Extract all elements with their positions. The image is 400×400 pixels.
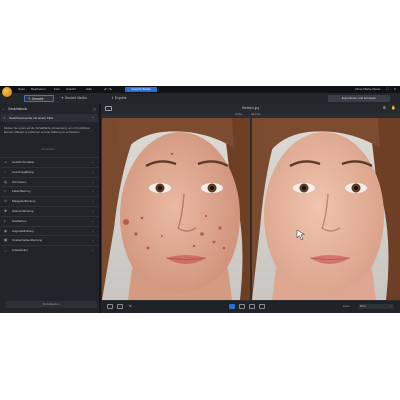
tool-label: Mängelentfernung: [12, 199, 36, 204]
tool-label: Gesichtsglättung: [12, 169, 34, 174]
active-module-tab[interactable]: Gesicht Studio: [125, 87, 157, 92]
rotate-left-icon[interactable]: [239, 304, 245, 309]
viewer-bottombar: ⇆ Zoom: Fitt it ⌄: [101, 301, 400, 313]
active-tool-label: Gesichtsretusche mit einem Klick: [9, 116, 54, 120]
menu-photo[interactable]: Foto: [54, 86, 60, 93]
module-toolbar: ✎ Gesicht ✦ Gesicht Studio ⇪ Exporte Exp…: [0, 93, 400, 104]
chevron-down-icon: ⌄: [91, 248, 94, 253]
export-and-view-button[interactable]: Exportieren und anzeigen: [328, 95, 390, 102]
single-view-icon[interactable]: [107, 304, 113, 309]
tool-item[interactable]: ◉ Augenaufhellung ⌄: [1, 225, 98, 236]
left-panel: ← Gesichtstools ▢ ✧ Gesichtsretusche mit…: [0, 104, 99, 313]
undo-redo-icon[interactable]: ↶ ↷: [104, 86, 112, 93]
hand-icon[interactable]: ✋: [391, 105, 396, 110]
app-window: Datei Bearbeiten Foto Ansicht Hilfe ↶ ↷ …: [0, 86, 400, 313]
tool-item[interactable]: ◐ Hautfarben ⌄: [1, 215, 98, 226]
active-tool-header[interactable]: ✧ Gesichtsretusche mit einem Klick ⌃: [1, 114, 98, 122]
magic-icon: ✧: [3, 116, 6, 120]
photo-viewer: Webfoto.jpg ⊕ ✋ Vorher Nachher ⇆ Zoom: F…: [101, 104, 400, 313]
before-label: Vorher: [235, 113, 243, 116]
after-label: Nachher: [251, 113, 261, 116]
menu-help[interactable]: Hilfe: [86, 86, 92, 93]
zoom-icon[interactable]: ⊕: [383, 105, 386, 110]
tab-face[interactable]: ✎ Gesicht: [24, 95, 54, 102]
panel-title: Gesichtstools: [8, 107, 28, 111]
chevron-down-icon: ⌄: [389, 305, 392, 308]
tool-label: Faltenfilterung: [12, 189, 31, 194]
zoom-select[interactable]: Fitt it ⌄: [358, 304, 394, 309]
menu-file[interactable]: Datei: [18, 86, 25, 93]
tool-item[interactable]: ◍ Schminken ⌄: [1, 176, 98, 187]
menu-view[interactable]: Ansicht: [66, 86, 76, 93]
zoom-value: Fitt it: [360, 305, 366, 308]
tool-item[interactable]: ◡ Lidausfreifer ⌄: [1, 245, 98, 255]
tool-label: Augenaufhellung: [12, 228, 34, 233]
rotate-right-icon[interactable]: [249, 304, 255, 309]
tool-label: Glanzentfernung: [12, 208, 34, 213]
tool-item[interactable]: ▦ Unebenheitsentfernung ⌄: [1, 235, 98, 245]
chevron-up-icon: ⌃: [91, 116, 94, 120]
before-photo: [102, 118, 250, 300]
split-view-icon[interactable]: [117, 304, 123, 309]
tool-description: Klicken Sie unten auf die Schaltfläche […: [4, 126, 90, 134]
tool-label: Gesicht Kontakte: [12, 160, 35, 164]
tool-item[interactable]: ⊙ Mängelentfernung ⌄: [1, 196, 98, 206]
tools-list: ☺ Gesicht Kontakte ⌄ ◌ Gesichtsglättung ⌄ ◍ S…: [1, 157, 98, 255]
tab-face-studio-label: Gesicht Studio: [64, 96, 87, 100]
tool-item[interactable]: ≈ Faltenfilterung ⌄: [1, 186, 98, 196]
tab-export-label: Exporte: [114, 96, 127, 100]
tool-item[interactable]: ☺ Gesicht Kontakte ⌄: [1, 157, 98, 167]
zoom-label: Zoom:: [343, 305, 351, 308]
menu-edit[interactable]: Bearbeiten: [31, 86, 46, 93]
app-logo-icon: [2, 87, 12, 97]
apply-button[interactable]: Anwenden: [14, 146, 82, 152]
after-photo: [252, 118, 400, 300]
reset-button[interactable]: Zurücksetzen: [5, 301, 97, 308]
tool-item[interactable]: ◌ Gesichtsglättung ⌄: [1, 166, 98, 177]
pin-icon[interactable]: ▢: [93, 106, 96, 112]
tool-item[interactable]: ✺ Glanzentfernung ⌄: [1, 205, 98, 216]
fullscreen-icon[interactable]: [259, 304, 265, 309]
window-controls-icon[interactable]: — ☐ ✕: [378, 86, 398, 93]
viewer-title: Webfoto.jpg: [242, 106, 259, 110]
tab-face-label: Gesicht: [31, 97, 44, 101]
tool-label: Schminken: [12, 179, 27, 184]
menu-bar: Datei Bearbeiten Foto Ansicht Hilfe ↶ ↷ …: [0, 86, 400, 97]
tab-export[interactable]: ⇪ Exporte: [108, 95, 138, 102]
tool-label: Lidausfreifer: [12, 248, 28, 253]
back-arrow-icon[interactable]: ←: [2, 106, 5, 112]
lip-icon: ◡: [4, 248, 8, 253]
tool-label: Unebenheitsentfernung: [12, 238, 43, 243]
eye-toggle-icon[interactable]: [229, 304, 235, 309]
panel-header: ← Gesichtstools ▢: [0, 106, 99, 112]
tool-label: Hautfarben: [12, 218, 27, 223]
tab-face-studio[interactable]: ✦ Gesicht Studio: [58, 95, 96, 102]
menu-right-text[interactable]: Ohne Marke Menü: [355, 86, 380, 93]
compare-icon[interactable]: ⇆: [129, 304, 135, 309]
